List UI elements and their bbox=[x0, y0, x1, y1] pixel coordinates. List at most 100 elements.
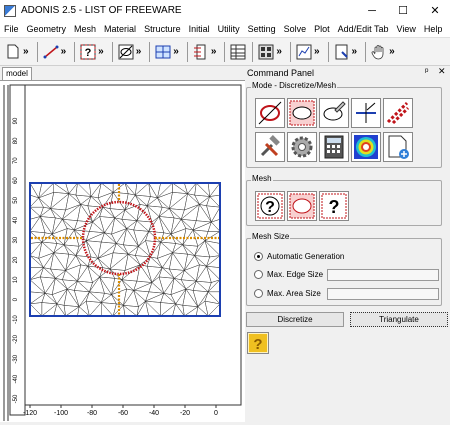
svg-text:?: ? bbox=[329, 197, 340, 217]
menu-material[interactable]: Material bbox=[100, 24, 140, 34]
menu-solve[interactable]: Solve bbox=[280, 24, 311, 34]
toolbar-separator bbox=[252, 41, 254, 62]
toolbar-separator bbox=[36, 41, 38, 62]
radio-button-selected[interactable] bbox=[254, 252, 263, 261]
menu-mesh[interactable]: Mesh bbox=[70, 24, 100, 34]
export-button[interactable] bbox=[333, 43, 351, 61]
maximize-button[interactable]: ☐ bbox=[388, 0, 418, 21]
toolbar-overflow[interactable]: » bbox=[211, 46, 217, 57]
draw-line-button[interactable] bbox=[42, 43, 60, 61]
geometry-button[interactable] bbox=[117, 43, 135, 61]
toolbar-overflow[interactable]: » bbox=[23, 46, 29, 57]
add-item-button[interactable] bbox=[383, 132, 413, 162]
menu-view[interactable]: View bbox=[393, 24, 420, 34]
table-button[interactable] bbox=[229, 43, 247, 61]
y-tick-label: -40 bbox=[13, 374, 19, 383]
initial-condition-icon bbox=[193, 44, 206, 59]
toolbar-overflow[interactable]: » bbox=[136, 46, 142, 57]
contour-icon bbox=[354, 135, 378, 159]
window-title: ADONIS 2.5 - LIST OF FREEWARE bbox=[21, 5, 182, 16]
tab-model[interactable]: model bbox=[2, 67, 32, 80]
toolbar-overflow[interactable]: » bbox=[352, 46, 358, 57]
plot-button[interactable] bbox=[295, 43, 313, 61]
contour-button[interactable] bbox=[351, 132, 381, 162]
mesh-help-button[interactable]: ? bbox=[319, 191, 349, 221]
tab-strip: model bbox=[0, 66, 245, 80]
mesh-query-button[interactable]: ? bbox=[79, 43, 97, 61]
radio-label: Max. Area Size bbox=[267, 289, 321, 298]
menu-add-edit-tab[interactable]: Add/Edit Tab bbox=[334, 24, 393, 34]
menu-plot[interactable]: Plot bbox=[310, 24, 334, 34]
mesh-group: Mesh ? ? bbox=[246, 174, 442, 226]
menu-help[interactable]: Help bbox=[420, 24, 447, 34]
app-icon bbox=[4, 4, 16, 17]
y-tick-label: -10 bbox=[13, 315, 19, 324]
menu-setting[interactable]: Setting bbox=[244, 24, 280, 34]
max-area-size-field[interactable] bbox=[327, 288, 439, 300]
x-tick-label: -80 bbox=[87, 410, 97, 417]
mesh-plot[interactable]: 9080706050403020100-10-20-30-40-50 -120-… bbox=[0, 81, 245, 423]
toolbar-separator bbox=[365, 41, 367, 62]
structure-button[interactable] bbox=[154, 43, 172, 61]
toolbar-overflow[interactable]: » bbox=[389, 46, 395, 57]
edit-geometry-icon bbox=[323, 101, 346, 121]
toolbar-overflow[interactable]: » bbox=[61, 46, 67, 57]
y-tick-label: 90 bbox=[13, 117, 19, 124]
plot-icon bbox=[296, 44, 312, 59]
radio-button[interactable] bbox=[254, 289, 263, 298]
radio-max-edge-size[interactable]: Max. Edge Size bbox=[254, 270, 323, 279]
new-file-button[interactable] bbox=[4, 43, 22, 61]
pan-button[interactable] bbox=[370, 43, 388, 61]
tools-button[interactable] bbox=[255, 132, 285, 162]
mesh-size-group-title: Mesh Size bbox=[251, 232, 291, 241]
menu-initial[interactable]: Initial bbox=[185, 24, 214, 34]
boundary-edit-icon bbox=[258, 101, 282, 125]
menu-geometry[interactable]: Geometry bbox=[23, 24, 71, 34]
hand-icon bbox=[371, 44, 384, 59]
close-button[interactable]: ✕ bbox=[420, 0, 450, 21]
toolbar-overflow[interactable]: » bbox=[314, 46, 320, 57]
mesh-query-panel-button[interactable]: ? bbox=[255, 191, 285, 221]
triangulate-button[interactable]: Triangulate bbox=[350, 312, 448, 327]
discretize-button[interactable]: Discretize bbox=[246, 312, 344, 327]
svg-text:?: ? bbox=[265, 199, 275, 216]
radio-button[interactable] bbox=[254, 270, 263, 279]
calculator-button[interactable] bbox=[319, 132, 349, 162]
gear-icon bbox=[291, 136, 313, 158]
toolbar-overflow[interactable]: » bbox=[173, 46, 179, 57]
radio-max-area-size[interactable]: Max. Area Size bbox=[254, 289, 321, 298]
edit-geometry-button[interactable] bbox=[319, 98, 349, 128]
draw-boundary-button[interactable] bbox=[255, 98, 285, 128]
pin-icon[interactable]: ᵖ bbox=[425, 66, 428, 76]
fracture-icon bbox=[386, 101, 410, 125]
mesh-region-button[interactable] bbox=[287, 98, 317, 128]
settings-gear-button[interactable] bbox=[287, 132, 317, 162]
toolbar-overflow[interactable]: » bbox=[98, 46, 104, 57]
panel-close-button[interactable]: ✕ bbox=[438, 66, 446, 77]
mesh-group-title: Mesh bbox=[251, 174, 273, 183]
help-button[interactable]: ? bbox=[247, 332, 269, 354]
auto-mesh-button[interactable] bbox=[287, 191, 317, 221]
mesh-size-group: Mesh Size Automatic Generation Max. Edge… bbox=[246, 232, 442, 306]
fracture-button[interactable] bbox=[383, 98, 413, 128]
mesh-query-icon: ? bbox=[257, 193, 283, 219]
command-panel-title: Command Panel bbox=[247, 68, 315, 78]
toolbar-overflow[interactable]: » bbox=[276, 46, 282, 57]
minimize-button[interactable]: ─ bbox=[357, 0, 387, 21]
command-panel-header: Command Panel ᵖ ✕ bbox=[246, 66, 450, 80]
y-tick-label: -50 bbox=[13, 394, 19, 403]
title-bar: ADONIS 2.5 - LIST OF FREEWARE ─ ☐ ✕ bbox=[0, 0, 450, 21]
y-tick-label: 70 bbox=[13, 157, 19, 164]
max-edge-size-field[interactable] bbox=[327, 269, 439, 281]
menu-file[interactable]: File bbox=[0, 24, 23, 34]
x-tick-label: -40 bbox=[149, 410, 159, 417]
toolbar-separator bbox=[74, 41, 76, 62]
radio-automatic-generation[interactable]: Automatic Generation bbox=[254, 252, 344, 261]
model-canvas[interactable]: 90 80 70 60 50 40 30 20 10 0 -10 -20 -30 -40 -50 -120-… bbox=[0, 80, 245, 422]
line-crack-button[interactable] bbox=[351, 98, 381, 128]
initial-button[interactable] bbox=[192, 43, 210, 61]
solve-button[interactable] bbox=[257, 43, 275, 61]
geometry-icon bbox=[118, 44, 134, 59]
menu-structure[interactable]: Structure bbox=[140, 24, 185, 34]
menu-utility[interactable]: Utility bbox=[214, 24, 244, 34]
